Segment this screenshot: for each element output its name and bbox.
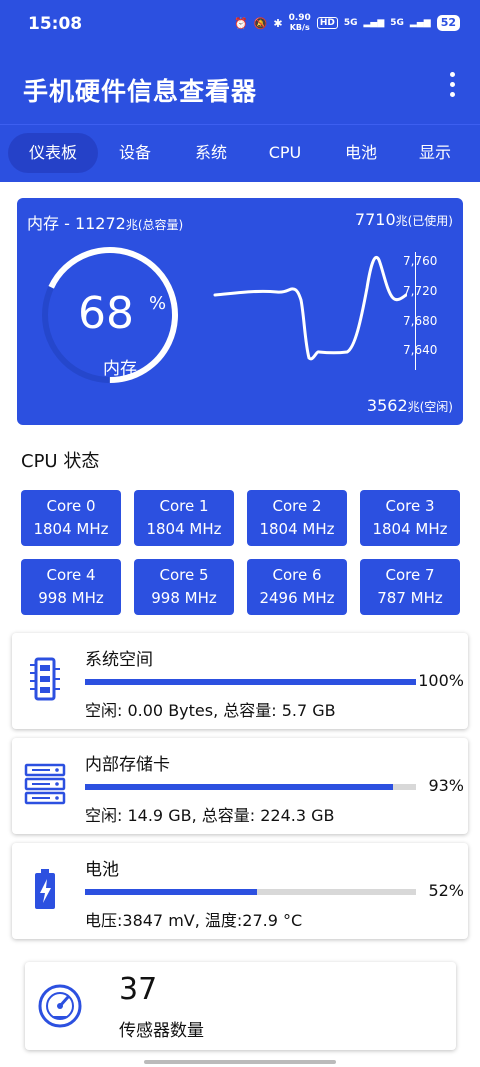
cpu-section-title: CPU 状态	[21, 451, 100, 472]
cpu-core-card[interactable]: Core 7 787 MHz	[360, 559, 460, 615]
core-name: Core 1	[159, 497, 209, 515]
battery-percent: 52%	[428, 881, 464, 900]
cpu-core-card[interactable]: Core 3 1804 MHz	[360, 490, 460, 546]
internal-storage-card[interactable]: 内部存储卡 93% 空闲: 14.9 GB, 总容量: 224.3 GB	[12, 738, 468, 834]
core-name: Core 2	[272, 497, 322, 515]
battery-progress	[85, 889, 416, 895]
storage-percent: 100%	[418, 671, 464, 690]
memory-used: 7710兆(已使用)	[354, 210, 453, 229]
tab-battery[interactable]: 电池	[336, 133, 386, 173]
core-freq: 998 MHz	[38, 589, 104, 607]
cpu-core-card[interactable]: Core 5 998 MHz	[134, 559, 234, 615]
core-freq: 998 MHz	[151, 589, 217, 607]
system-storage-card[interactable]: 系统空间 100% 空闲: 0.00 Bytes, 总容量: 5.7 GB	[12, 633, 468, 729]
core-name: Core 7	[385, 566, 435, 584]
core-name: Core 4	[46, 566, 96, 584]
cpu-core-card[interactable]: Core 1 1804 MHz	[134, 490, 234, 546]
signal-icon-2: 5G	[390, 18, 404, 28]
status-bar: 15:08 ⏰ 🔕 ✱ 0.90 KB/s HD 5G ▂▄▆ 5G ▂▄▆ 5…	[0, 0, 480, 48]
storage-progress	[85, 784, 416, 790]
memory-usage-line	[213, 255, 407, 361]
core-freq: 1804 MHz	[146, 520, 222, 538]
chart-tick: 7,760	[403, 254, 438, 268]
memory-percent: 68	[78, 288, 134, 339]
core-freq: 787 MHz	[377, 589, 443, 607]
speedometer-icon	[38, 984, 82, 1028]
memory-percent-sign: %	[149, 293, 167, 314]
alarm-icon: ⏰	[233, 16, 248, 30]
storage-title: 内部存储卡	[85, 755, 170, 775]
bluetooth-icon: ✱	[273, 16, 283, 30]
status-time: 15:08	[28, 14, 83, 34]
tab-device[interactable]: 设备	[110, 133, 160, 173]
tab-cpu[interactable]: CPU	[260, 133, 310, 173]
battery-card[interactable]: 电池 52% 电压:3847 mV, 温度:27.9 °C	[12, 843, 468, 939]
battery-charging-icon	[35, 869, 55, 909]
status-icons: ⏰ 🔕 ✱ 0.90 KB/s HD 5G ▂▄▆ 5G ▂▄▆ 52	[234, 14, 460, 32]
core-name: Core 5	[159, 566, 209, 584]
core-name: Core 0	[46, 497, 96, 515]
core-freq: 1804 MHz	[259, 520, 335, 538]
core-freq: 2496 MHz	[259, 589, 335, 607]
more-vert-icon[interactable]	[448, 72, 456, 100]
core-name: Core 6	[272, 566, 322, 584]
sensor-count: 37	[119, 972, 158, 1007]
home-indicator[interactable]	[144, 1060, 336, 1064]
memory-gauge-label: 内存	[103, 359, 137, 379]
server-storage-icon	[24, 763, 66, 805]
cpu-core-card[interactable]: Core 4 998 MHz	[21, 559, 121, 615]
storage-detail: 空闲: 0.00 Bytes, 总容量: 5.7 GB	[85, 701, 336, 720]
mute-icon: 🔕	[253, 16, 268, 30]
tab-bar: 仪表板 设备 系统 CPU 电池 显示	[0, 124, 480, 182]
battery-detail: 电压:3847 mV, 温度:27.9 °C	[85, 911, 303, 930]
sensor-label: 传感器数量	[119, 1021, 204, 1041]
net-speed: 0.90 KB/s	[288, 13, 311, 33]
cpu-core-card[interactable]: Core 6 2496 MHz	[247, 559, 347, 615]
tab-dashboard[interactable]: 仪表板	[8, 133, 98, 173]
storage-title: 系统空间	[85, 650, 153, 670]
memory-free: 3562兆(空闲)	[366, 396, 453, 415]
cpu-core-card[interactable]: Core 0 1804 MHz	[21, 490, 121, 546]
memory-total: 内存 - 11272兆(总容量)	[27, 214, 184, 233]
sensor-card[interactable]: 37 传感器数量	[25, 962, 456, 1050]
battery-indicator: 52	[436, 15, 460, 31]
chart-tick: 7,640	[403, 343, 438, 357]
chart-tick: 7,680	[403, 314, 438, 328]
tab-system[interactable]: 系统	[186, 133, 236, 173]
core-freq: 1804 MHz	[33, 520, 109, 538]
cpu-core-card[interactable]: Core 2 1804 MHz	[247, 490, 347, 546]
battery-title: 电池	[85, 860, 119, 880]
tab-display[interactable]: 显示	[410, 133, 460, 173]
storage-progress	[85, 679, 416, 685]
signal-icon-1: 5G	[343, 18, 358, 28]
hd-icon: HD	[316, 17, 338, 29]
storage-detail: 空闲: 14.9 GB, 总容量: 224.3 GB	[85, 806, 335, 825]
memory-card[interactable]: 内存 - 11272兆(总容量) 7710兆(已使用) 68 % 内存 7,76…	[17, 198, 463, 425]
app-title: 手机硬件信息查看器	[23, 77, 258, 106]
core-name: Core 3	[385, 497, 435, 515]
chart-tick: 7,720	[403, 284, 438, 298]
storage-percent: 93%	[428, 776, 464, 795]
ram-chip-icon	[30, 657, 60, 701]
app-bar: 手机硬件信息查看器	[0, 48, 480, 124]
core-freq: 1804 MHz	[372, 520, 448, 538]
